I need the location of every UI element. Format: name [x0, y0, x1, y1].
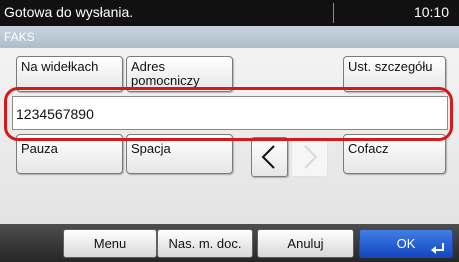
scan-doc-button[interactable]: Nas. m. doc. [157, 229, 253, 258]
enter-icon [431, 243, 444, 254]
fax-number-value: 1234567890 [16, 106, 94, 122]
status-bar: Gotowa do wysłania. 10:10 [0, 0, 459, 26]
status-message: Gotowa do wysłania. [4, 4, 134, 20]
cursor-left-button[interactable] [251, 137, 288, 177]
chevron-right-icon [304, 145, 318, 169]
fax-number-input[interactable]: 1234567890 [12, 96, 448, 130]
menu-button[interactable]: Menu [63, 229, 157, 258]
bottom-bar: Menu Nas. m. doc. Anuluj OK [0, 224, 459, 262]
cancel-button[interactable]: Anuluj [257, 229, 354, 258]
mode-strip: FAKS [0, 26, 459, 48]
status-divider [333, 3, 334, 23]
ok-button[interactable]: OK [359, 229, 453, 258]
clock: 10:10 [413, 4, 449, 20]
cursor-right-button[interactable] [291, 137, 328, 177]
chevron-left-icon [261, 145, 275, 169]
mode-label: FAKS [4, 30, 35, 44]
